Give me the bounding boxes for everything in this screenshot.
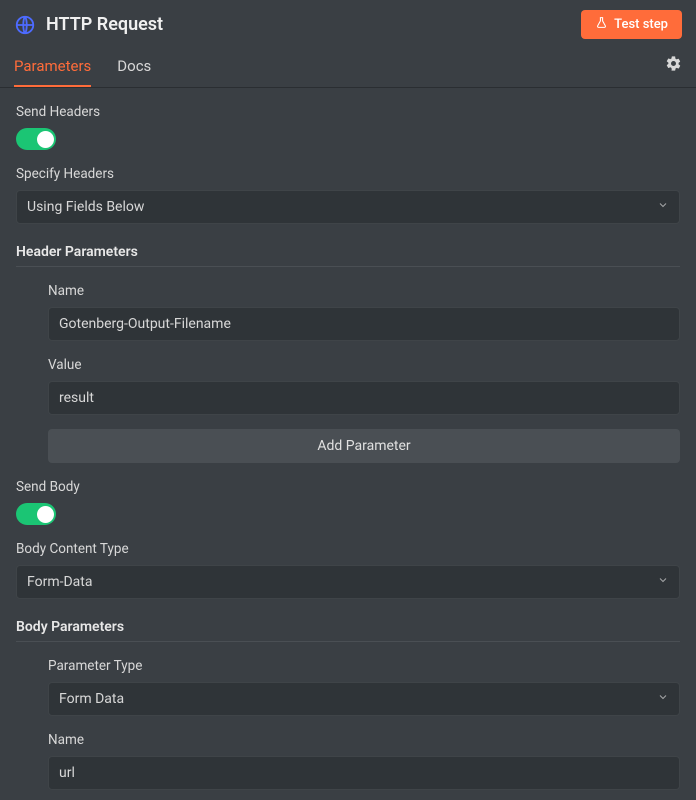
body-name-input[interactable] [48,756,680,790]
body-name-label: Name [48,732,680,748]
gear-icon[interactable] [665,55,682,82]
form-scroll-area: Send Headers Specify Headers Using Field… [0,88,696,800]
body-content-type-select[interactable]: Form-Data [16,565,680,599]
chevron-down-icon [657,691,669,707]
send-body-label: Send Body [16,479,680,495]
tab-parameters[interactable]: Parameters [14,49,91,87]
header-params-group: Name Value Add Parameter [16,283,680,463]
send-headers-toggle[interactable] [16,128,56,150]
send-body-toggle[interactable] [16,503,56,525]
body-content-type-value: Form-Data [27,574,92,590]
header-value-input[interactable] [48,381,680,415]
header-value-label: Value [48,357,680,373]
panel-header: HTTP Request Test step [0,0,696,39]
add-parameter-button[interactable]: Add Parameter [48,429,680,463]
test-step-button[interactable]: Test step [581,10,682,39]
tab-docs[interactable]: Docs [117,49,151,87]
parameter-type-select[interactable]: Form Data [48,682,680,716]
header-name-label: Name [48,283,680,299]
specify-headers-label: Specify Headers [16,166,680,182]
body-params-group: Parameter Type Form Data Name Value [16,658,680,800]
globe-icon [14,14,36,36]
panel-title: HTTP Request [46,14,163,35]
parameter-type-value: Form Data [59,691,124,707]
header-name-input[interactable] [48,307,680,341]
test-step-label: Test step [614,17,668,32]
chevron-down-icon [657,199,669,215]
header-left: HTTP Request [14,14,163,36]
tabs-row: Parameters Docs [0,49,696,88]
chevron-down-icon [657,574,669,590]
specify-headers-value: Using Fields Below [27,199,144,215]
body-content-type-label: Body Content Type [16,541,680,557]
parameter-type-label: Parameter Type [48,658,680,674]
send-headers-label: Send Headers [16,104,680,120]
specify-headers-select[interactable]: Using Fields Below [16,190,680,224]
flask-icon [595,16,608,33]
tabs: Parameters Docs [14,49,151,87]
header-parameters-title: Header Parameters [16,244,680,267]
body-parameters-title: Body Parameters [16,619,680,642]
